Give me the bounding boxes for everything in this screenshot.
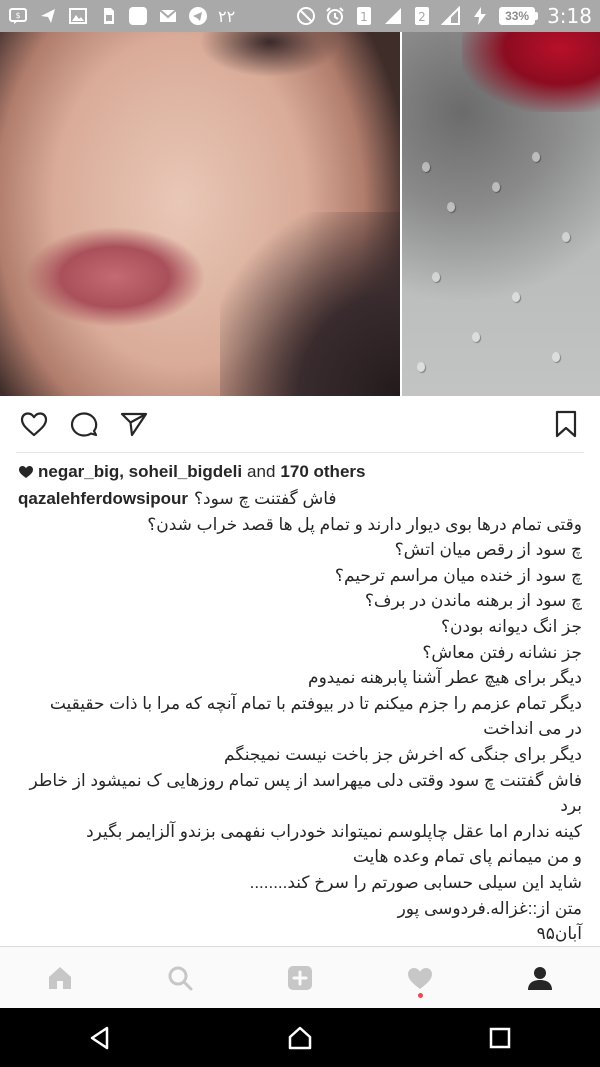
caption-line: چ سود از رقص میان اتش؟ [394,540,582,560]
comment-bubble-icon [70,412,98,437]
raindrop [472,332,480,342]
search-icon [168,966,193,990]
whatsapp-icon [128,6,148,26]
notification-count: ۲۲ [218,6,236,26]
raindrop [432,272,440,282]
paper-plane-icon [120,412,148,437]
caption-line: دیگر برای جنگی که اخرش جز باخت نیست نمیج… [224,744,582,764]
caption-title: فاش گفتنت چ سود؟ [194,489,337,508]
caption-line: وقتی تمام درها بوی دیوار دارند و تمام پل… [147,514,582,534]
divider [16,452,584,453]
send-arrow-icon [38,6,58,26]
notification-dot [417,992,423,998]
comment-button[interactable] [66,406,102,442]
bottom-navigation [0,946,600,1008]
caption-first-line: qazalehferdowsipour فاش گفتنت چ سود؟ [18,486,582,512]
caption-line: چ سود از برهنه ماندن در برف؟ [364,591,582,611]
telegram-icon [188,6,208,26]
battery-percent: 33% [499,7,536,25]
sim2-badge: 2 [412,6,432,26]
caption-line: دیگر برای هیچ عطر آشنا پابرهنه نمیدوم [308,668,582,688]
sim2-label: 2 [418,10,426,24]
raindrop [417,362,425,372]
caption-body: وقتی تمام درها بوی دیوار دارند و تمام پل… [18,512,582,947]
caption-line: کینه ندارم اما عقل چاپلوسم نمیتواند خودر… [86,821,582,841]
likes-summary[interactable]: negar_big, soheil_bigdeli and 170 others [18,460,365,484]
caption-line: متن از::غزاله.فردوسی پور [397,898,582,918]
sim1-badge: 1 [354,6,374,26]
post-image-portrait [0,32,400,396]
status-bar: $ ۲۲ 1 2 33% 3:18 [0,0,600,32]
raindrop [492,182,500,192]
sim-card-icon [98,6,118,26]
status-bar-left: $ ۲۲ [8,6,235,26]
post-caption: qazalehferdowsipour فاش گفتنت چ سود؟ وقت… [18,486,582,947]
battery-tip [535,12,539,20]
post-image[interactable] [0,32,600,396]
email-icon [158,6,178,26]
system-back-button[interactable] [70,1008,130,1067]
svg-text:$: $ [15,11,20,20]
raindrop [512,292,520,302]
caption-line: برد [560,796,582,816]
bookmark-icon [555,410,577,438]
caption-line: چ سود از خنده میان مراسم ترحیم؟ [334,565,582,585]
do-not-disturb-icon [296,6,316,26]
system-home-button[interactable] [270,1008,330,1067]
recents-square-icon [489,1027,511,1048]
caption-line: جز انگ دیوانه بودن؟ [441,616,582,636]
signal-icon [383,6,403,26]
likes-and-text: and [247,462,276,481]
add-post-icon [288,965,312,990]
nav-profile[interactable] [510,948,570,1008]
status-bar-right: 1 2 33% 3:18 [296,4,592,28]
caption-line: شاید این سیلی حسابی صورتم را سرخ کند....… [249,872,582,892]
nav-home[interactable] [30,948,90,1008]
system-navigation-bar [0,1008,600,1067]
roses-shape [462,32,600,112]
system-recents-button[interactable] [470,1008,530,1067]
like-button[interactable] [16,406,52,442]
share-button[interactable] [116,406,152,442]
nav-add-post[interactable] [270,948,330,1008]
signal-2-icon [441,6,461,26]
activity-heart-icon [408,967,432,989]
post-image-rainy-window [402,32,600,396]
raindrop [447,202,455,212]
gallery-icon [68,6,88,26]
chat-bubble-icon: $ [8,6,28,26]
battery-indicator: 33% [499,7,539,25]
raindrop [422,162,430,172]
caption-line: آبان۹۵ [536,924,582,944]
caption-username[interactable]: qazalehferdowsipour [18,486,188,512]
sim1-label: 1 [360,10,368,24]
caption-line: در می انداخت [483,719,582,739]
clock: 3:18 [547,4,592,28]
charging-icon [470,6,490,26]
alarm-icon [325,6,345,26]
heart-outline-icon [20,412,48,437]
save-bookmark-button[interactable] [548,406,584,442]
profile-icon [528,966,552,990]
likes-others[interactable]: 170 others [280,462,365,482]
back-triangle-icon [90,1026,109,1049]
home-circle-icon [288,1026,312,1049]
portrait-shadow [220,212,400,396]
caption-line: فاش گفتنت چ سود وقتی دلی میهراسد از پس ت… [29,770,582,790]
nav-search[interactable] [150,948,210,1008]
raindrop [552,352,560,362]
heart-filled-icon [19,466,33,478]
post-actions-bar [0,396,600,452]
nav-activity[interactable] [390,948,450,1008]
liked-by-users[interactable]: negar_big, soheil_bigdeli [38,462,242,482]
raindrop [562,232,570,242]
raindrop [532,152,540,162]
caption-line: و من میمانم پای تمام وعده هایت [352,847,582,867]
caption-line: دیگر تمام عزمم را جزم میکنم تا در بیوفتم… [49,693,582,713]
caption-line: جز نشانه رفتن معاش؟ [422,642,582,662]
home-icon [49,966,71,989]
